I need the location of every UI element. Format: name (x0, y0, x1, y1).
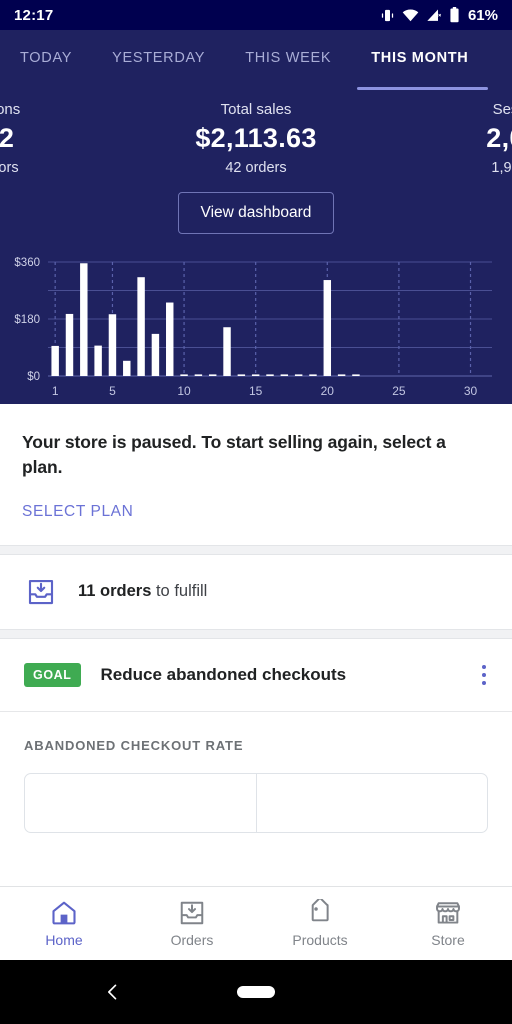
svg-text:25: 25 (392, 384, 406, 398)
status-bar-icons: 61% (380, 7, 498, 24)
stat-card-total-sales-label: Total sales (220, 101, 292, 118)
orders-to-fulfill-suffix: to fulfill (151, 582, 208, 601)
timeframe-tabs: TODAY YESTERDAY THIS WEEK THIS MONTH (0, 30, 512, 90)
svg-text:$180: $180 (14, 314, 40, 326)
orders-to-fulfill-count: 11 orders (78, 582, 152, 601)
tab-this-month[interactable]: THIS MONTH (357, 30, 489, 90)
nav-item-orders[interactable]: Orders (128, 899, 256, 948)
tab-this-week[interactable]: THIS WEEK (243, 30, 333, 85)
nav-item-home[interactable]: Home (0, 899, 128, 948)
android-system-nav (0, 960, 512, 1024)
abandoned-checkout-rate-label: ABANDONED CHECKOUT RATE (24, 738, 244, 754)
battery-percent: 61% (467, 6, 498, 24)
select-plan-link[interactable]: SELECT PLAN (22, 503, 133, 521)
stat-card-sessions-label: Ses (492, 101, 512, 118)
svg-text:20: 20 (321, 384, 335, 398)
bottom-navigation: Home Orders Products Store (0, 886, 512, 960)
goal-card-header: GOAL Reduce abandoned checkouts (0, 639, 512, 713)
goal-badge: GOAL (24, 663, 81, 687)
back-chevron-icon[interactable] (103, 982, 123, 1002)
svg-text:$360: $360 (14, 257, 40, 269)
nav-item-store-label: Store (431, 932, 465, 948)
abandoned-checkout-rate-panel (24, 773, 488, 834)
battery-icon (450, 7, 459, 23)
tab-this-week-label: THIS WEEK (245, 49, 332, 66)
goal-card: GOAL Reduce abandoned checkouts ABANDONE… (0, 638, 512, 834)
home-icon (52, 901, 76, 925)
section-divider-2 (0, 628, 512, 639)
tag-icon (311, 899, 329, 922)
app-screen: 12:17 61% TODAY YESTERDAY THIS WEEK THIS… (0, 0, 512, 1024)
view-dashboard-wrap: View dashboard (0, 192, 512, 234)
section-divider (0, 544, 512, 555)
rate-panel-left (25, 774, 256, 832)
status-bar: 12:17 61% (0, 0, 512, 30)
nav-item-orders-label: Orders (170, 932, 214, 948)
stat-card-sessions-sub: 1,91 (491, 160, 512, 176)
svg-text:15: 15 (249, 384, 263, 398)
svg-text:$0: $0 (27, 371, 40, 383)
sales-bar-chart[interactable]: $0$180$3601 5 10 15 20 25 30 (2, 256, 498, 404)
store-paused-message: Your store is paused. To start selling a… (22, 432, 446, 478)
storefront-icon (436, 902, 460, 924)
tab-yesterday-label: YESTERDAY (112, 49, 206, 66)
goal-card-title: Reduce abandoned checkouts (100, 665, 347, 684)
tab-today-label: TODAY (20, 49, 73, 66)
stat-cards: ions 2 tors Total sales $2,113.63 42 ord… (0, 85, 512, 180)
vibrate-icon (381, 9, 394, 21)
cellular-signal-off-icon (427, 9, 442, 21)
nav-item-store[interactable]: Store (384, 899, 512, 948)
goal-card-body: ABANDONED CHECKOUT RATE (0, 712, 512, 834)
sales-chart-container: $0 $180 $360 1 5 10 15 20 25 30 (0, 234, 512, 404)
status-bar-time: 12:17 (14, 6, 54, 24)
nav-item-products-label: Products (292, 932, 348, 948)
store-paused-banner: Your store is paused. To start selling a… (0, 404, 512, 545)
nav-item-home-label: Home (45, 932, 83, 948)
orders-inbox-icon (28, 579, 54, 604)
stat-card-conversions-sub: tors (0, 160, 19, 176)
wifi-icon (402, 9, 419, 21)
stat-card-total-sales-value: $2,113.63 (195, 123, 317, 153)
stat-card-sessions[interactable]: Ses 2,0 1,91 (453, 101, 512, 176)
nav-item-products[interactable]: Products (256, 899, 384, 948)
svg-text:1: 1 (52, 384, 59, 398)
analytics-header: TODAY YESTERDAY THIS WEEK THIS MONTH ion… (0, 30, 512, 404)
view-dashboard-button[interactable]: View dashboard (177, 192, 335, 234)
home-pill-icon[interactable] (237, 986, 275, 998)
stat-card-total-sales[interactable]: Total sales $2,113.63 42 orders (59, 101, 453, 176)
tab-today[interactable]: TODAY (18, 30, 74, 85)
stat-card-conversions-label: ions (0, 101, 21, 118)
stat-card-sessions-value: 2,0 (486, 123, 512, 153)
svg-text:30: 30 (464, 384, 478, 398)
svg-text:5: 5 (109, 384, 116, 398)
kebab-menu-icon[interactable] (476, 661, 493, 690)
tab-this-month-label: THIS MONTH (371, 49, 469, 66)
tab-yesterday[interactable]: YESTERDAY (110, 30, 207, 85)
svg-text:10: 10 (177, 384, 191, 398)
rate-panel-right (255, 774, 488, 833)
stat-card-conversions[interactable]: ions 2 tors (0, 101, 59, 176)
orders-to-fulfill-row[interactable]: 11 orders to fulfill (0, 554, 512, 629)
orders-to-fulfill-text: 11 orders to fulfill (78, 582, 207, 601)
stat-card-conversions-value: 2 (0, 123, 15, 153)
stat-card-total-sales-sub: 42 orders (225, 160, 287, 176)
orders-inbox-icon (180, 901, 204, 925)
